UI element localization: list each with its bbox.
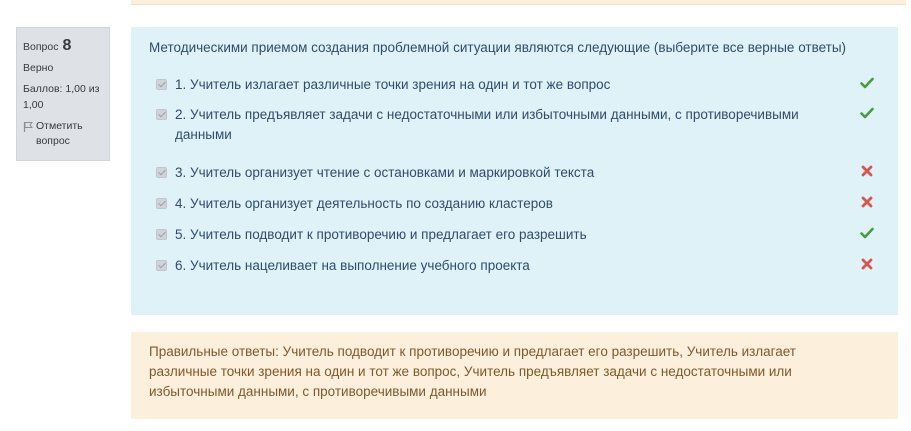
cross-icon (861, 165, 873, 177)
answer-text: 4. Учитель организует деятельность по со… (175, 196, 553, 211)
answer-option: 5. Учитель подводит к противоречию и пре… (149, 225, 880, 245)
check-icon (860, 227, 874, 239)
answer-list: 1. Учитель излагает различные точки зрен… (149, 75, 880, 276)
answer-text: 1. Учитель излагает различные точки зрен… (175, 77, 611, 92)
question-formulation: Методическими приемом создания проблемно… (131, 27, 898, 315)
right-answer-text: Правильные ответы: Учитель подводит к пр… (149, 344, 796, 399)
answer-checkbox[interactable] (156, 167, 167, 178)
cross-icon (861, 196, 873, 208)
cross-icon (861, 258, 873, 270)
answer-checkbox[interactable] (156, 109, 167, 120)
answer-option: 1. Учитель излагает различные точки зрен… (149, 75, 880, 95)
answer-text: 5. Учитель подводит к противоречию и пре… (175, 227, 587, 242)
right-answer-feedback: Правильные ответы: Учитель подводит к пр… (131, 332, 898, 419)
answer-text: 2. Учитель предъявляет задачи с недостат… (175, 107, 799, 142)
check-icon (860, 107, 874, 119)
answer-checkbox[interactable] (156, 198, 167, 209)
question-grade: Баллов: 1,00 из 1,00 (23, 83, 100, 111)
flag-question-link[interactable]: Отметить вопрос (23, 119, 103, 149)
flag-icon (23, 121, 33, 132)
answer-checkbox[interactable] (156, 79, 167, 90)
question-number: 8 (62, 37, 72, 54)
answer-option: 3. Учитель организует чтение с остановка… (149, 163, 880, 183)
flag-question-label: Отметить вопрос (36, 119, 83, 148)
answer-option: 6. Учитель нацеливает на выполнение учеб… (149, 256, 880, 276)
question-text: Методическими приемом создания проблемно… (149, 40, 847, 55)
answer-text: 3. Учитель организует чтение с остановка… (175, 165, 595, 180)
answer-checkbox[interactable] (156, 229, 167, 240)
answer-checkbox[interactable] (156, 260, 167, 271)
answer-text: 6. Учитель нацеливает на выполнение учеб… (175, 258, 530, 273)
check-icon (860, 77, 874, 89)
previous-feedback-strip (131, 0, 906, 5)
question-state: Верно (23, 62, 54, 75)
question-info-panel: Вопрос 8 Верно Баллов: 1,00 из 1,00 Отме… (16, 27, 110, 161)
answer-option: 4. Учитель организует деятельность по со… (149, 194, 880, 214)
answer-option: 2. Учитель предъявляет задачи с недостат… (149, 105, 880, 145)
question-label: Вопрос (23, 41, 59, 53)
